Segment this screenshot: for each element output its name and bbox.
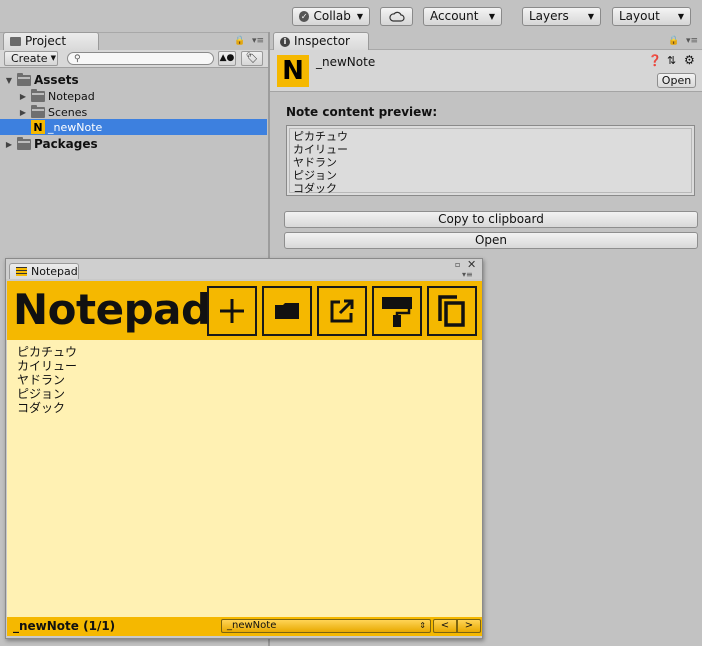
tree-item-label: Notepad	[48, 89, 95, 103]
note-line: ヤドラン	[17, 373, 66, 387]
create-label: Create	[11, 52, 48, 65]
preset-icon[interactable]: ⇅	[667, 54, 676, 67]
tree-item-newnote[interactable]: N _newNote	[0, 119, 267, 135]
preview-line: コダック	[293, 182, 337, 195]
chevron-down-icon: ▼	[50, 54, 56, 62]
plus-icon	[220, 299, 244, 323]
filter-by-label-icon[interactable]: 🏷	[241, 51, 263, 66]
tree-item-label: Scenes	[48, 105, 88, 119]
tab-inspector-label: Inspector	[294, 34, 350, 48]
preview-heading: Note content preview:	[286, 105, 438, 119]
open-button[interactable]: Open	[284, 232, 698, 249]
chevron-down-icon: ▼	[488, 12, 495, 21]
panel-menu-icon[interactable]: ▾≡	[462, 270, 473, 279]
note-select-value: _newNote	[227, 620, 277, 631]
search-icon: ⚲	[74, 53, 81, 64]
note-select-dropdown[interactable]: _newNote ⇕	[221, 619, 431, 633]
collab-button[interactable]: ✓ Collab ▼	[292, 7, 370, 26]
help-icon[interactable]: ❓	[648, 54, 662, 67]
tab-notepad[interactable]: Notepad	[9, 263, 79, 279]
layout-dropdown[interactable]: Layout ▼	[612, 7, 691, 26]
preview-line: ピカチュウ	[293, 130, 348, 143]
external-link-icon	[330, 299, 354, 323]
chevron-down-icon: ▼	[677, 12, 684, 21]
layers-dropdown[interactable]: Layers ▼	[522, 7, 601, 26]
layers-label: Layers	[529, 9, 569, 23]
lock-icon[interactable]: 🔒	[234, 36, 245, 46]
note-preview-box: ピカチュウ カイリュー ヤドラン ピジョン コダック	[286, 125, 695, 196]
panel-menu-icon[interactable]: ▾≡	[686, 36, 698, 46]
theme-button[interactable]	[372, 286, 422, 336]
cloud-button[interactable]	[380, 7, 413, 26]
chevron-down-icon: ▼	[356, 12, 363, 21]
account-dropdown[interactable]: Account ▼	[423, 7, 502, 26]
gear-icon[interactable]: ⚙	[684, 53, 695, 67]
tree-item-notepad[interactable]: ▶ Notepad	[0, 88, 267, 104]
folder-icon	[31, 104, 45, 118]
create-dropdown[interactable]: Create ▼	[4, 51, 58, 66]
collab-label: Collab	[313, 9, 351, 23]
expand-arrow-icon[interactable]: ▼	[4, 76, 14, 85]
note-content-area[interactable]: ピカチュウ カイリュー ヤドラン ピジョン コダック	[7, 340, 482, 617]
note-line: カイリュー	[17, 359, 78, 373]
tree-item-label: Assets	[34, 73, 79, 87]
note-status: _newNote (1/1)	[13, 619, 116, 633]
collapse-arrow-icon[interactable]: ▶	[18, 108, 28, 117]
tree-item-label: Packages	[34, 137, 98, 151]
new-note-button[interactable]	[207, 286, 257, 336]
filter-by-type-icon[interactable]: ▲●	[218, 51, 236, 66]
copy-to-clipboard-button[interactable]: Copy to clipboard	[284, 211, 698, 228]
collapse-arrow-icon[interactable]: ▶	[4, 140, 14, 149]
chevron-updown-icon: ⇕	[419, 621, 426, 630]
tree-item-assets[interactable]: ▼ Assets	[0, 72, 267, 88]
chevron-down-icon: ▼	[587, 12, 594, 21]
notepad-icon	[16, 267, 27, 276]
preview-line: ピジョン	[293, 169, 337, 182]
next-note-button[interactable]: >	[457, 619, 481, 633]
folder-icon	[17, 72, 31, 86]
note-line: ピジョン	[17, 387, 66, 401]
cloud-icon	[388, 11, 405, 22]
folder-icon	[31, 88, 45, 102]
copy-button[interactable]	[427, 286, 477, 336]
export-button[interactable]	[317, 286, 367, 336]
tab-project[interactable]: Project	[3, 32, 99, 50]
search-field[interactable]: ⚲	[67, 52, 214, 65]
lock-icon[interactable]: 🔒	[668, 36, 679, 46]
info-icon: i	[280, 36, 290, 47]
preview-line: カイリュー	[293, 143, 348, 156]
folder-icon	[17, 136, 31, 150]
asset-name: _newNote	[316, 55, 376, 69]
maximize-icon[interactable]: ▫	[455, 260, 460, 269]
account-label: Account	[430, 9, 479, 23]
tree-item-label: _newNote	[48, 120, 103, 134]
paint-roller-icon	[382, 297, 412, 327]
tree-item-packages[interactable]: ▶ Packages	[0, 136, 267, 152]
note-line: ピカチュウ	[17, 345, 78, 359]
open-small-button[interactable]: Open	[657, 73, 696, 88]
copy-icon	[438, 295, 465, 327]
tab-project-label: Project	[25, 34, 67, 48]
tab-inspector[interactable]: i Inspector	[273, 32, 369, 50]
note-asset-icon: N	[31, 120, 45, 134]
tree-item-scenes[interactable]: ▶ Scenes	[0, 104, 267, 120]
note-line: コダック	[17, 401, 66, 415]
search-input[interactable]	[83, 53, 204, 64]
tab-notepad-label: Notepad	[31, 265, 78, 278]
panel-menu-icon[interactable]: ▾≡	[252, 36, 264, 46]
note-asset-icon: N	[277, 55, 309, 87]
open-folder-button[interactable]	[262, 286, 312, 336]
prev-note-button[interactable]: <	[433, 619, 457, 633]
notepad-title: Notepad	[13, 285, 211, 334]
folder-icon	[10, 37, 21, 46]
layout-label: Layout	[619, 9, 660, 23]
collapse-arrow-icon[interactable]: ▶	[18, 92, 28, 101]
preview-line: ヤドラン	[293, 156, 337, 169]
folder-icon	[275, 303, 299, 319]
check-icon: ✓	[299, 11, 310, 22]
